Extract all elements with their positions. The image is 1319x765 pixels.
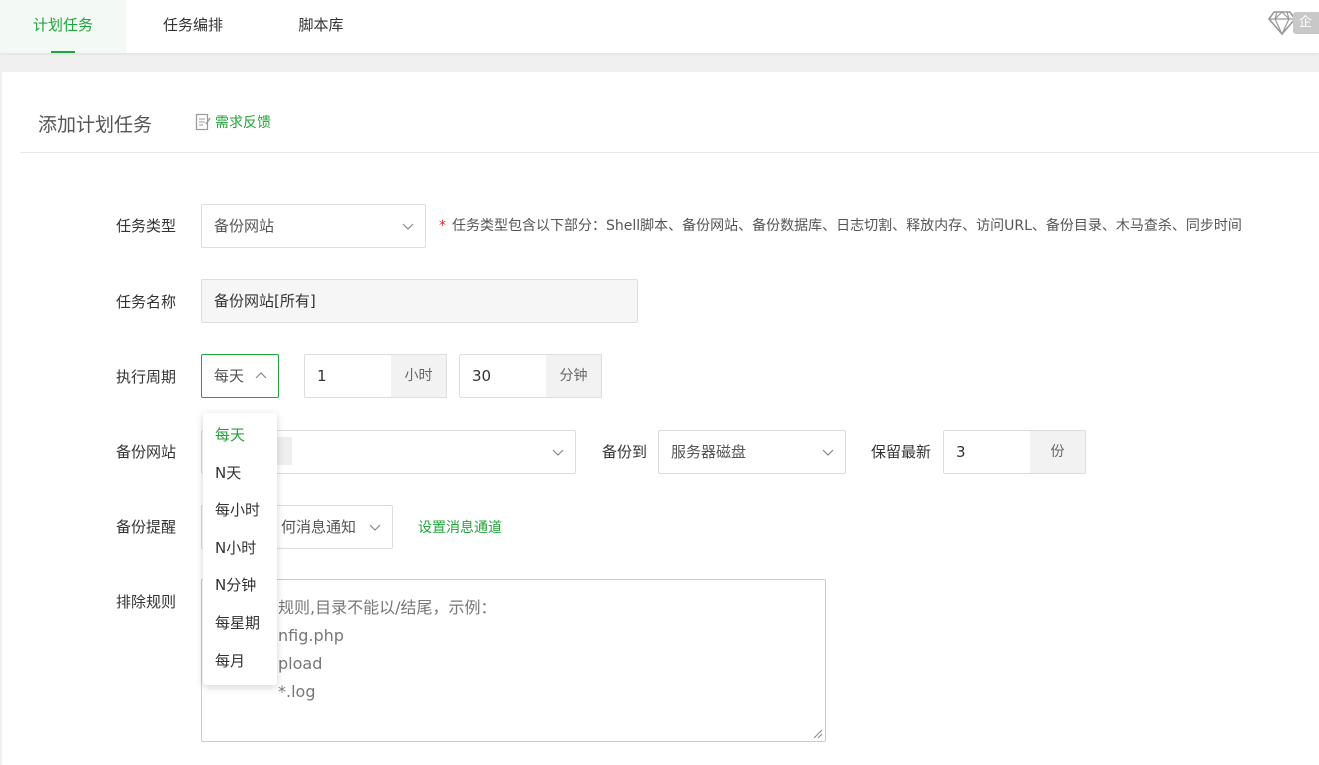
dropdown-option[interactable]: N分钟 [203, 567, 277, 605]
task-type-hint: * 任务类型包含以下部分：Shell脚本、备份网站、备份数据库、日志切割、释放内存… [439, 215, 1242, 235]
chevron-up-icon [255, 372, 267, 379]
chevron-down-icon [369, 524, 381, 531]
period-dropdown: 每天 N天 每小时 N小时 N分钟 每星期 每月 [203, 413, 277, 685]
keep-input[interactable]: 3 [943, 430, 1031, 474]
backup-to-label: 备份到 [601, 443, 647, 461]
tab-label: 任务编排 [162, 16, 223, 34]
page-title: 添加计划任务 [38, 114, 153, 136]
period-label: 执行周期 [115, 368, 176, 386]
dropdown-option[interactable]: 每小时 [203, 492, 277, 530]
notify-value: 何消息通知 [281, 518, 357, 536]
tab-label: 脚本库 [298, 16, 344, 34]
backup-to-value: 服务器磁盘 [671, 443, 747, 461]
task-name-label: 任务名称 [115, 293, 176, 311]
task-type-select[interactable]: 备份网站 [201, 204, 426, 248]
exclude-placeholder: 规则,目录不能以/结尾，示例： nfig.php pload *.log [278, 598, 497, 701]
top-tab-bar: 计划任务 任务编排 脚本库 企 [0, 0, 1319, 53]
task-name-value: 备份网站[所有] [214, 292, 316, 310]
dropdown-option[interactable]: 每天 [203, 417, 277, 455]
tab-scheduled-tasks[interactable]: 计划任务 [0, 0, 126, 53]
notify-label: 备份提醒 [115, 518, 176, 536]
period-value: 每天 [214, 367, 245, 385]
keep-label: 保留最新 [870, 443, 931, 461]
task-type-value: 备份网站 [214, 217, 275, 235]
task-type-hint-text: 任务类型包含以下部分：Shell脚本、备份网站、备份数据库、日志切割、释放内存、… [452, 218, 1242, 234]
hour-value: 1 [317, 367, 327, 385]
vip-badge: 企 [1293, 12, 1319, 34]
tab-label: 计划任务 [32, 16, 93, 34]
active-tab-indicator [51, 51, 75, 53]
feedback-link[interactable]: 需求反馈 [195, 112, 271, 132]
exclude-label: 排除规则 [115, 593, 176, 611]
period-select[interactable]: 每天 [201, 354, 279, 398]
required-star: * [439, 218, 446, 234]
tab-task-orchestration[interactable]: 任务编排 [130, 0, 256, 53]
dropdown-option[interactable]: N天 [203, 455, 277, 493]
keep-unit: 份 [1030, 430, 1086, 474]
backup-to-select[interactable]: 服务器磁盘 [658, 430, 846, 474]
dropdown-option[interactable]: N小时 [203, 530, 277, 568]
tab-script-library[interactable]: 脚本库 [258, 0, 384, 53]
site-label: 备份网站 [115, 443, 176, 461]
set-notify-channel-link[interactable]: 设置消息通道 [418, 517, 502, 537]
task-type-label: 任务类型 [115, 217, 176, 235]
exclude-textarea[interactable]: 规则,目录不能以/结尾，示例： nfig.php pload *.log [201, 579, 826, 742]
edit-note-icon [195, 113, 211, 131]
dropdown-option[interactable]: 每星期 [203, 605, 277, 643]
chevron-down-icon [402, 223, 414, 230]
minute-input[interactable]: 30 [459, 354, 547, 398]
hour-input[interactable]: 1 [304, 354, 392, 398]
minute-value: 30 [472, 367, 492, 385]
minute-unit: 分钟 [546, 354, 602, 398]
hour-unit: 小时 [391, 354, 447, 398]
task-name-input[interactable]: 备份网站[所有] [201, 279, 638, 323]
keep-value: 3 [956, 443, 966, 461]
resize-handle-icon[interactable] [813, 729, 823, 739]
divider [20, 152, 1319, 153]
feedback-label: 需求反馈 [215, 115, 271, 131]
dropdown-option[interactable]: 每月 [203, 643, 277, 681]
vip-area[interactable]: 企 [1267, 8, 1319, 38]
